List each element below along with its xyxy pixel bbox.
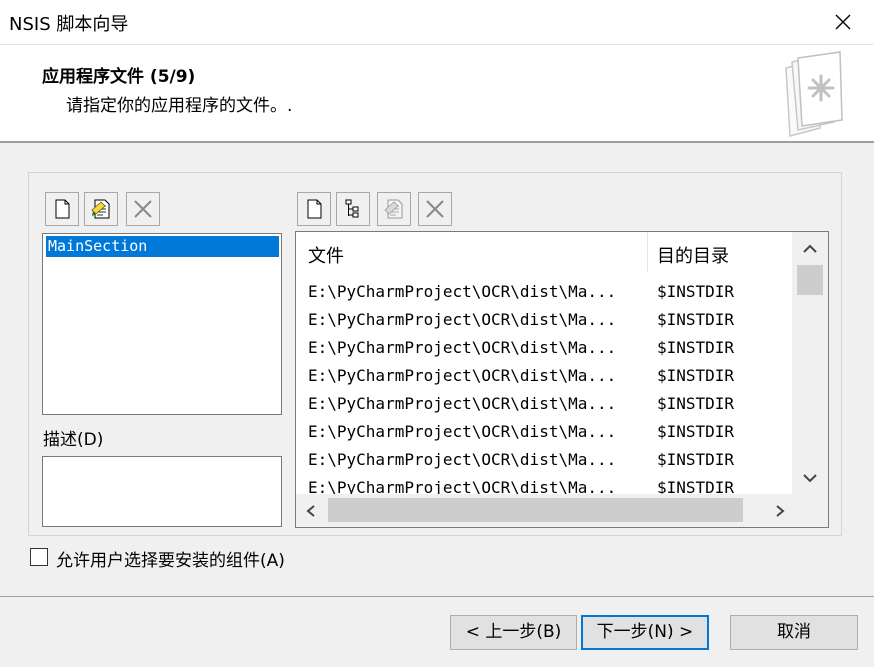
file-list[interactable]: 文件 目的目录 E:\PyCharmProject\OCR\dist\Ma...… (295, 231, 829, 528)
window-title: NSIS 脚本向导 (9, 14, 129, 35)
file-row-dest[interactable]: $INSTDIR (657, 282, 734, 301)
delete-section-button[interactable] (126, 192, 160, 226)
close-icon (835, 14, 851, 30)
file-row-dest[interactable]: $INSTDIR (657, 394, 734, 413)
new-section-button[interactable] (45, 192, 79, 226)
edit-section-icon (91, 199, 110, 219)
add-file-button[interactable] (297, 192, 331, 226)
cancel-button[interactable]: 取消 (730, 615, 858, 650)
section-item[interactable]: MainSection (46, 236, 279, 257)
file-row-path[interactable]: E:\PyCharmProject\OCR\dist\Ma... (308, 282, 616, 301)
step-title: 应用程序文件 (5/9) (42, 67, 196, 87)
horizontal-scroll-thumb[interactable] (328, 498, 743, 522)
file-row-path[interactable]: E:\PyCharmProject\OCR\dist\Ma... (308, 366, 616, 385)
file-row-dest[interactable]: $INSTDIR (657, 366, 734, 385)
scroll-down-arrow-icon[interactable] (801, 473, 819, 485)
new-section-icon (55, 199, 70, 219)
delete-section-icon (134, 200, 152, 218)
footer-separator (0, 596, 874, 597)
close-button[interactable] (830, 9, 856, 35)
edit-file-button[interactable] (377, 192, 411, 226)
edit-section-button[interactable] (84, 192, 118, 226)
scroll-right-arrow-icon[interactable] (774, 504, 786, 518)
file-row-dest[interactable]: $INSTDIR (657, 450, 734, 469)
vertical-scroll-thumb[interactable] (797, 265, 823, 295)
add-directory-button[interactable] (336, 192, 370, 226)
file-row-path[interactable]: E:\PyCharmProject\OCR\dist\Ma... (308, 394, 616, 413)
scroll-up-arrow-icon[interactable] (801, 242, 819, 254)
file-row-dest[interactable]: $INSTDIR (657, 338, 734, 357)
delete-file-button[interactable] (418, 192, 452, 226)
column-header-file[interactable]: 文件 (308, 242, 344, 268)
allow-components-label[interactable]: 允许用户选择要安装的组件(A) (56, 546, 285, 571)
allow-components-checkbox[interactable] (30, 548, 48, 566)
edit-file-icon (384, 199, 403, 219)
add-file-icon (307, 199, 322, 219)
wizard-header: 应用程序文件 (5/9) 请指定你的应用程序的文件。. (0, 45, 874, 143)
column-header-dest[interactable]: 目的目录 (657, 242, 729, 268)
column-separator[interactable] (647, 232, 648, 272)
horizontal-scrollbar[interactable] (296, 494, 794, 527)
delete-file-icon (426, 200, 444, 218)
file-row-path[interactable]: E:\PyCharmProject\OCR\dist\Ma... (308, 422, 616, 441)
vertical-scrollbar[interactable] (792, 232, 828, 495)
section-list[interactable]: MainSection (42, 233, 282, 415)
description-label: 描述(D) (43, 430, 104, 450)
file-row-path[interactable]: E:\PyCharmProject\OCR\dist\Ma... (308, 338, 616, 357)
wizard-page-icon (785, 51, 843, 137)
file-row-path[interactable]: E:\PyCharmProject\OCR\dist\Ma... (308, 310, 616, 329)
next-button[interactable]: 下一步(N) > (581, 615, 709, 650)
file-row-path[interactable]: E:\PyCharmProject\OCR\dist\Ma... (308, 450, 616, 469)
description-box[interactable] (42, 456, 282, 527)
file-row-dest[interactable]: $INSTDIR (657, 422, 734, 441)
add-directory-icon (345, 199, 359, 218)
step-description: 请指定你的应用程序的文件。. (66, 96, 293, 116)
file-row-dest[interactable]: $INSTDIR (657, 310, 734, 329)
back-button[interactable]: < 上一步(B) (450, 615, 577, 650)
title-bar: NSIS 脚本向导 (0, 0, 874, 45)
scrollbar-corner (792, 494, 828, 527)
scroll-left-arrow-icon[interactable] (305, 504, 317, 518)
